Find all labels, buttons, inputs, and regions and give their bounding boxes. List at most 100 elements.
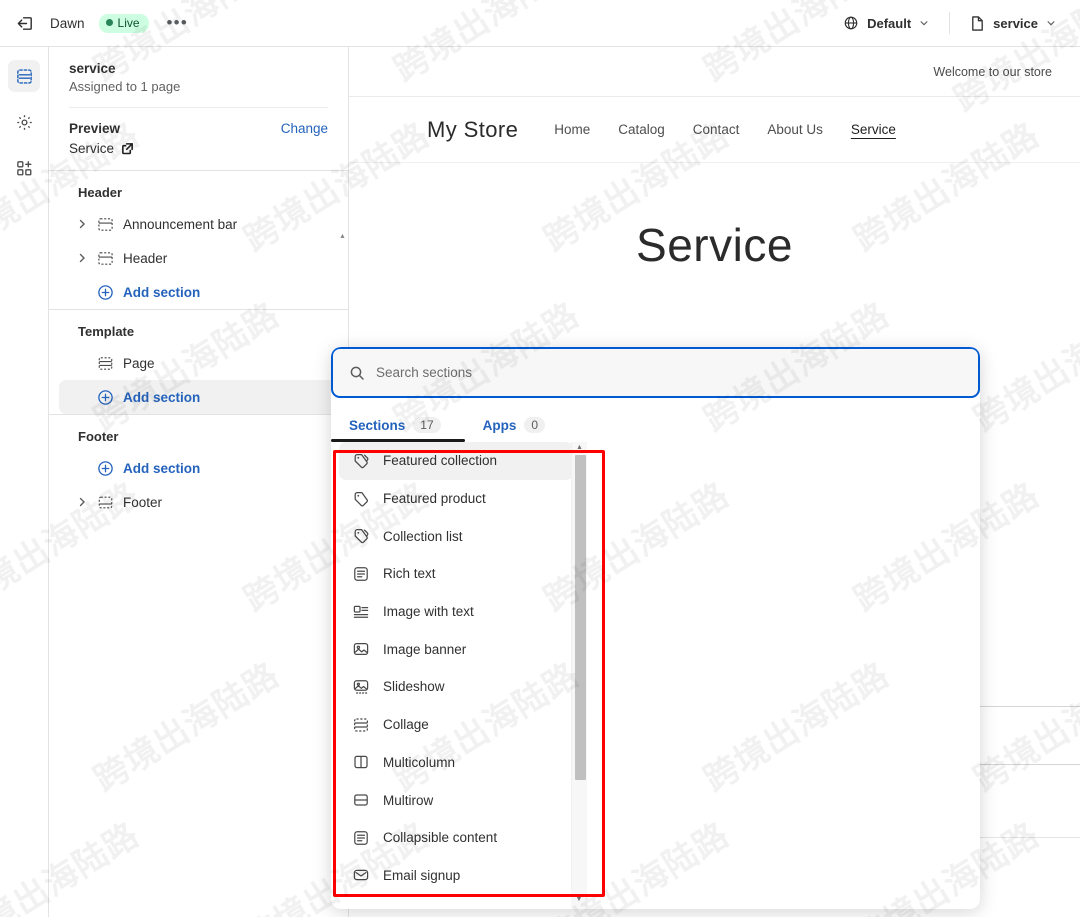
- section-list-area: Featured collection Featured product Col…: [331, 442, 980, 907]
- page-selector[interactable]: service: [962, 10, 1064, 37]
- rich-text-icon: [352, 565, 370, 583]
- nav-item-service[interactable]: Service: [851, 122, 896, 137]
- page-icon: [972, 15, 984, 31]
- section-option-featured-product[interactable]: Featured product: [339, 480, 573, 518]
- tree-group-title: Header: [78, 185, 123, 200]
- section-option-label: Rich text: [383, 566, 436, 582]
- section-option-label: Collection list: [383, 528, 463, 544]
- section-option-image-with-text[interactable]: Image with text: [339, 593, 573, 631]
- globe-icon: [844, 16, 858, 30]
- status-badge-label: Live: [117, 15, 140, 30]
- picker-tabs: Sections 17 Apps 0: [331, 398, 980, 442]
- section-option-collapsible-content[interactable]: Collapsible content: [339, 819, 573, 857]
- tab-sections-label: Sections: [349, 417, 406, 433]
- search-sections-box[interactable]: [331, 347, 980, 398]
- add-section-button-footer[interactable]: Add section: [59, 451, 338, 485]
- chevron-right-icon[interactable]: [76, 496, 88, 508]
- scrollbar-thumb[interactable]: [575, 455, 586, 780]
- collapsible-content-icon: [352, 829, 370, 847]
- section-option-label: Image banner: [383, 641, 467, 657]
- nav-item-contact[interactable]: Contact: [693, 122, 740, 137]
- section-option-label: Collapsible content: [383, 830, 498, 846]
- image-banner-icon: [352, 640, 370, 658]
- rail-item-sections[interactable]: [8, 60, 40, 92]
- section-option-featured-collection[interactable]: Featured collection: [339, 442, 573, 480]
- toolbar-divider: [949, 12, 951, 34]
- plus-circle-icon: [97, 460, 114, 477]
- announcement-text: Welcome to our store: [933, 64, 1052, 79]
- plus-circle-icon: [97, 389, 114, 406]
- section-option-label: Slideshow: [383, 679, 445, 695]
- tree-group-title: Footer: [78, 429, 119, 444]
- section-option-label: Multicolumn: [383, 754, 456, 770]
- image-with-text-icon: [352, 603, 370, 621]
- section-option-collage[interactable]: Collage: [339, 706, 573, 744]
- chevron-down-icon: [920, 21, 928, 26]
- tree-item-announcement-bar[interactable]: Announcement bar: [59, 207, 338, 241]
- section-option-label: Image with text: [383, 604, 474, 620]
- section-icon: [97, 250, 114, 267]
- section-option-label: Multirow: [383, 792, 434, 808]
- section-list-scrollbar[interactable]: ▲: [571, 442, 587, 907]
- tab-apps[interactable]: Apps 0: [482, 417, 546, 442]
- nav-item-about-us[interactable]: About Us: [767, 122, 823, 137]
- scroll-up-arrow-icon[interactable]: ▲: [339, 233, 346, 240]
- section-option-collection-list[interactable]: Collection list: [339, 517, 573, 555]
- section-list: Featured collection Featured product Col…: [331, 442, 581, 894]
- tree-item-page[interactable]: Page: [59, 346, 338, 380]
- preview-label: Preview: [69, 121, 121, 136]
- section-option-email-signup[interactable]: Email signup: [339, 857, 573, 895]
- rail-item-theme-settings[interactable]: [8, 106, 40, 138]
- scroll-up-arrow-icon[interactable]: ▲: [572, 442, 587, 453]
- search-row: [331, 347, 980, 398]
- chevron-down-icon: [1047, 21, 1055, 26]
- preview-block: Preview Change Service: [49, 108, 348, 170]
- top-bar: Dawn Live ••• Default service: [0, 0, 1080, 47]
- footer-icon: [97, 494, 114, 511]
- status-badge: Live: [98, 13, 149, 33]
- tab-apps-label: Apps: [482, 417, 517, 433]
- change-preview-link[interactable]: Change: [281, 121, 328, 136]
- tree-group-title: Template: [78, 324, 135, 339]
- store-nav: Home Catalog Contact About Us Service: [554, 122, 896, 137]
- nav-item-home[interactable]: Home: [554, 122, 590, 137]
- tab-sections-count: 17: [413, 417, 441, 433]
- tab-sections[interactable]: Sections 17: [331, 417, 465, 442]
- add-section-label: Add section: [123, 460, 201, 476]
- section-option-label: Featured collection: [383, 453, 498, 469]
- rail-item-apps[interactable]: [8, 152, 40, 184]
- exit-icon[interactable]: [14, 12, 36, 34]
- preview-store-header: My Store Home Catalog Contact About Us S…: [349, 97, 1080, 163]
- tree-group-header: Header Announcement bar Header Add secti…: [49, 171, 348, 309]
- market-selector-label: Default: [867, 15, 912, 31]
- tree-item-label: Announcement bar: [123, 216, 238, 232]
- external-link-icon: [122, 143, 133, 155]
- section-option-slideshow[interactable]: Slideshow: [339, 668, 573, 706]
- search-input[interactable]: [376, 365, 962, 380]
- more-options-button[interactable]: •••: [163, 14, 192, 31]
- section-option-image-banner[interactable]: Image banner: [339, 630, 573, 668]
- collage-icon: [352, 716, 370, 734]
- preview-page-title: Service: [636, 219, 793, 271]
- preview-announcement-bar: Welcome to our store: [349, 47, 1080, 97]
- add-section-label: Add section: [123, 284, 201, 300]
- preview-value: Service: [69, 141, 115, 156]
- section-option-rich-text[interactable]: Rich text: [339, 555, 573, 593]
- add-section-button-header[interactable]: Add section: [59, 275, 338, 309]
- chevron-right-icon[interactable]: [76, 218, 88, 230]
- section-option-multirow[interactable]: Multirow: [339, 781, 573, 819]
- sections-icon: [16, 68, 32, 84]
- market-selector[interactable]: Default: [835, 10, 937, 36]
- tree-item-footer[interactable]: Footer: [59, 485, 338, 519]
- add-section-button-template[interactable]: Add section: [59, 380, 338, 414]
- chevron-right-icon[interactable]: [76, 252, 88, 264]
- apps-blocks-icon: [16, 160, 31, 175]
- nav-item-catalog[interactable]: Catalog: [618, 122, 665, 137]
- search-icon: [350, 366, 364, 380]
- picker-scroll-down-arrow[interactable]: ▼: [571, 889, 587, 909]
- preview-value-row[interactable]: Service: [69, 141, 328, 156]
- tree-item-header[interactable]: Header: [59, 241, 338, 275]
- section-option-multicolumn[interactable]: Multicolumn: [339, 744, 573, 782]
- multicolumn-icon: [352, 753, 370, 771]
- email-signup-icon: [352, 866, 370, 884]
